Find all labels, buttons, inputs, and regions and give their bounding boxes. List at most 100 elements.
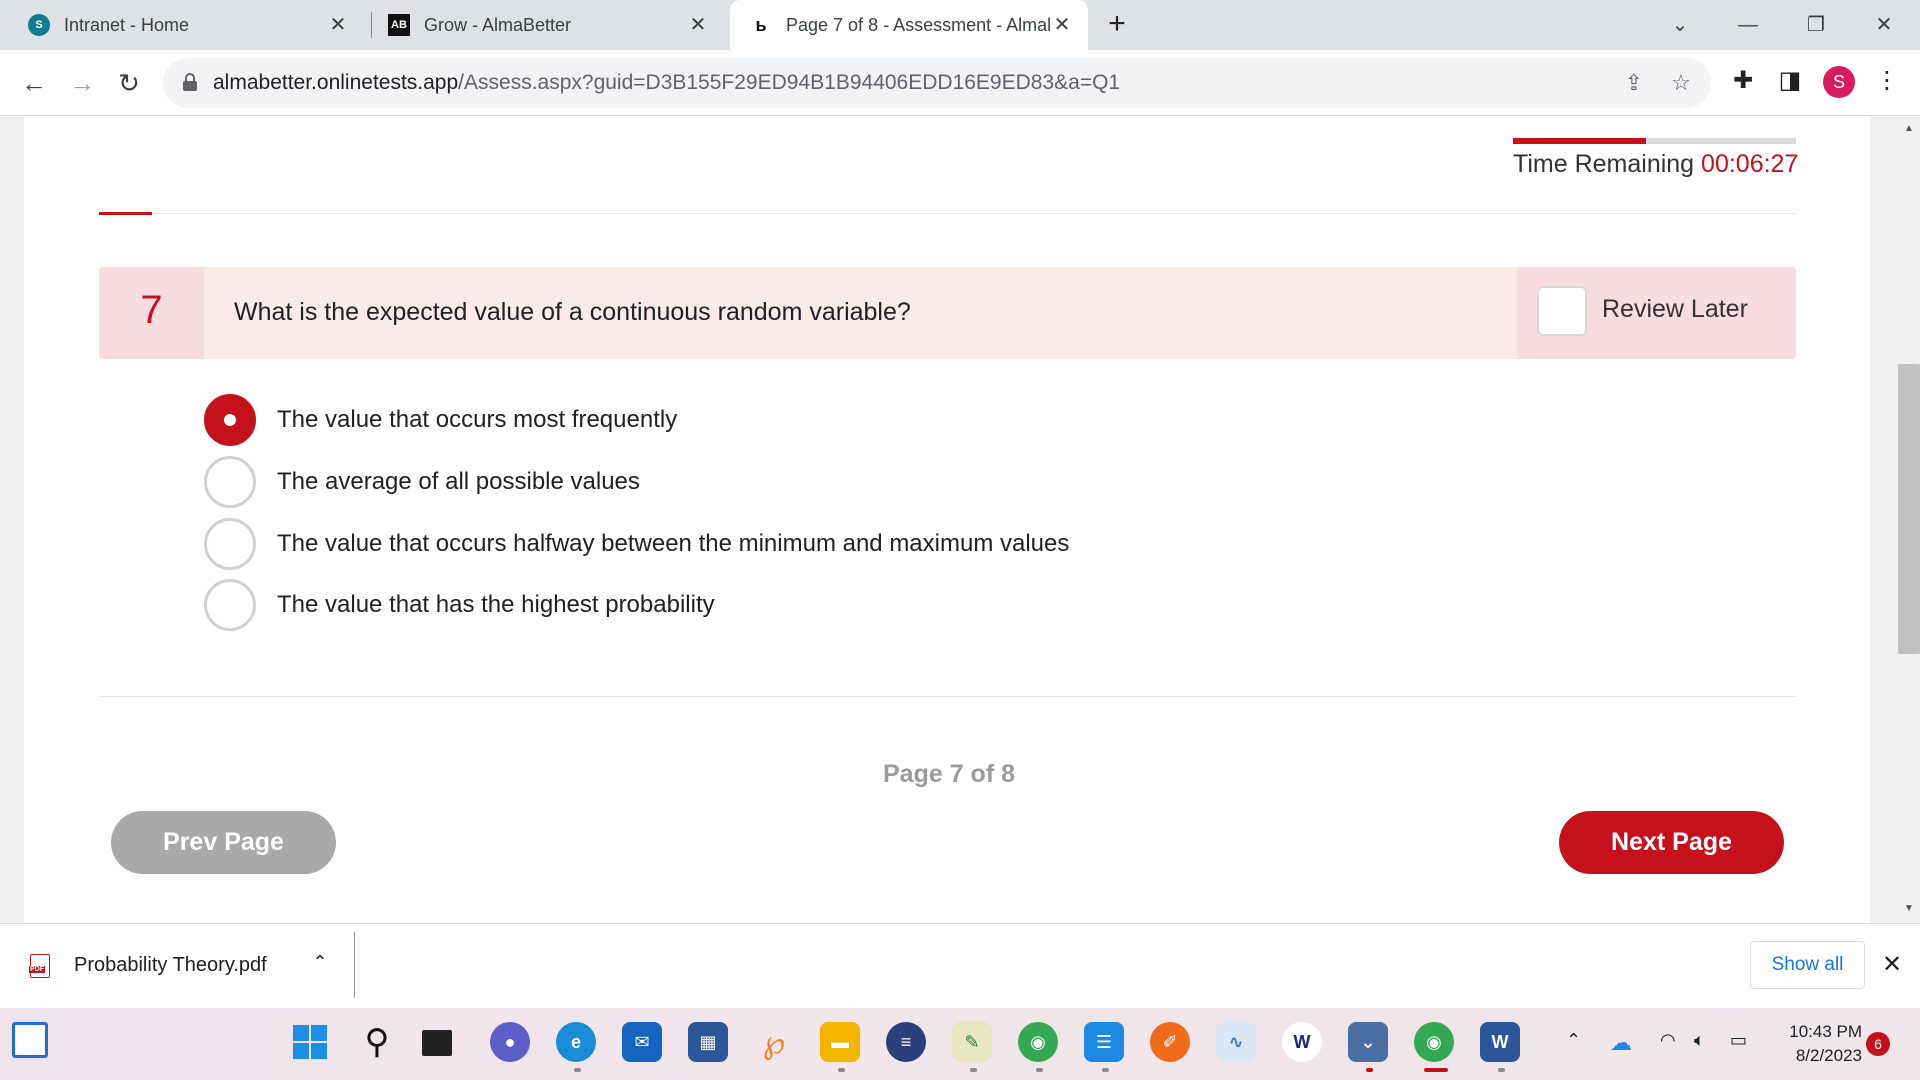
timer-value: 00:06:27: [1701, 150, 1799, 178]
running-indicator: [838, 1068, 845, 1072]
running-indicator: [574, 1068, 581, 1072]
eclipse-icon[interactable]: ≡: [886, 1022, 926, 1062]
radio-button[interactable]: [204, 456, 256, 508]
clock-time: 10:43 PM: [1789, 1022, 1862, 1041]
tab-search-icon[interactable]: ⌄: [1660, 8, 1700, 42]
show-all-button[interactable]: Show all: [1750, 941, 1865, 989]
pen-app-icon[interactable]: ✐: [1150, 1022, 1190, 1062]
timer: Time Remaining 00:06:27: [1513, 150, 1798, 179]
forward-icon[interactable]: →: [65, 66, 99, 100]
notification-badge[interactable]: 6: [1866, 1032, 1890, 1056]
wifi-icon[interactable]: ◠: [1660, 1030, 1676, 1051]
running-indicator: [1366, 1068, 1373, 1072]
answer-option[interactable]: The value that has the highest probabili…: [204, 578, 715, 632]
question-number: 7: [140, 288, 163, 332]
answer-option-label[interactable]: The value that occurs most frequently: [277, 406, 677, 434]
scroll-up-icon[interactable]: ▲: [1898, 120, 1920, 138]
divider: [99, 696, 1796, 697]
edge-icon[interactable]: e: [556, 1022, 596, 1062]
side-panel-icon[interactable]: ◨: [1775, 66, 1805, 96]
chrome-icon[interactable]: ◉: [1018, 1022, 1058, 1062]
download-file-name[interactable]: Probability Theory.pdf: [74, 954, 267, 977]
review-later-label[interactable]: Review Later: [1602, 295, 1748, 324]
url-text[interactable]: almabetter.onlinetests.app/Assess.aspx?g…: [213, 71, 1120, 95]
snipping-tool-icon[interactable]: ⌄: [1348, 1022, 1388, 1062]
extensions-icon[interactable]: ✚: [1728, 66, 1758, 96]
answer-option-label[interactable]: The value that has the highest probabili…: [277, 591, 715, 619]
minimize-icon[interactable]: —: [1728, 8, 1768, 42]
radio-button[interactable]: [204, 394, 256, 446]
answer-option[interactable]: The value that occurs halfway between th…: [204, 517, 1069, 571]
prev-page-button[interactable]: Prev Page: [111, 811, 336, 874]
window-close-icon[interactable]: ✕: [1864, 8, 1904, 42]
mail-icon[interactable]: ✉: [622, 1022, 662, 1062]
scrollbar-thumb[interactable]: [1898, 364, 1920, 654]
tab-title: Grow - AlmaBetter: [424, 14, 572, 35]
download-separator: [354, 932, 355, 998]
app-w-icon[interactable]: W: [1282, 1022, 1322, 1062]
page-indicator: Page 7 of 8: [883, 760, 1015, 788]
back-icon[interactable]: ←: [17, 66, 51, 100]
radio-button[interactable]: [204, 579, 256, 631]
active-indicator: [1424, 1068, 1448, 1072]
answer-option-label[interactable]: The average of all possible values: [277, 468, 640, 496]
tab-grow-almabetter[interactable]: AB Grow - AlmaBetter ✕: [388, 0, 724, 50]
menu-icon[interactable]: ⋮: [1872, 66, 1902, 96]
onedrive-icon[interactable]: ☁: [1610, 1030, 1632, 1056]
pdf-file-icon: PDF: [29, 954, 50, 978]
page-margin-left: [0, 117, 24, 923]
tab-assessment[interactable]: ь Page 7 of 8 - Assessment - Almal ✕: [730, 0, 1088, 50]
bookmark-star-icon[interactable]: ☆: [1668, 70, 1694, 96]
volume-icon[interactable]: 🔈︎: [1694, 1030, 1705, 1051]
profile-avatar[interactable]: S: [1823, 66, 1855, 98]
url-path: /Assess.aspx?guid=D3B155F29ED94B1B94406E…: [458, 71, 1121, 94]
running-indicator: [1102, 1068, 1109, 1072]
notepad-plus-icon[interactable]: ✎: [952, 1022, 992, 1062]
address-bar[interactable]: almabetter.onlinetests.app/Assess.aspx?g…: [163, 58, 1711, 108]
share-icon[interactable]: ⇪: [1621, 70, 1647, 96]
file-explorer-icon[interactable]: ▬: [820, 1022, 860, 1062]
notepad-icon[interactable]: ☰: [1084, 1022, 1124, 1062]
performance-monitor-icon[interactable]: ∿: [1216, 1022, 1256, 1062]
start-icon[interactable]: [290, 1022, 330, 1062]
new-tab-button[interactable]: +: [1102, 9, 1132, 40]
task-view-icon[interactable]: [422, 1030, 452, 1056]
running-indicator: [1498, 1068, 1505, 1072]
link-app-icon[interactable]: ℘: [754, 1022, 794, 1062]
restore-icon[interactable]: ❐: [1796, 8, 1836, 42]
search-icon[interactable]: ⚲: [357, 1022, 397, 1062]
teams-chat-icon[interactable]: ●: [490, 1022, 530, 1062]
url-host: almabetter.onlinetests.app: [213, 71, 459, 94]
close-icon[interactable]: ✕: [686, 13, 710, 37]
accent-underline: [99, 212, 152, 215]
pdf-badge: PDF: [29, 966, 45, 973]
lock-icon: [183, 73, 197, 91]
battery-icon[interactable]: ▭: [1730, 1030, 1747, 1051]
word-icon[interactable]: W: [1480, 1022, 1520, 1062]
answer-option[interactable]: The average of all possible values: [204, 455, 640, 509]
close-icon[interactable]: ✕: [326, 13, 350, 37]
page-margin-right: [1870, 117, 1898, 923]
tab-title: Intranet - Home: [64, 14, 190, 35]
clock-date: 8/2/2023: [1795, 1046, 1862, 1065]
clock[interactable]: 10:43 PM 8/2/2023: [1762, 1020, 1862, 1068]
tab-title: Page 7 of 8 - Assessment - Almal: [786, 14, 1052, 35]
tab-intranet-home[interactable]: S Intranet - Home ✕: [28, 0, 364, 50]
store-icon[interactable]: ▦: [688, 1022, 728, 1062]
answer-option-label[interactable]: The value that occurs halfway between th…: [277, 530, 1069, 558]
tray-chevron-up-icon[interactable]: ⌃: [1566, 1030, 1581, 1051]
review-later-checkbox[interactable]: [1537, 286, 1587, 336]
widgets-icon[interactable]: [12, 1022, 48, 1058]
scroll-down-icon[interactable]: ▼: [1898, 900, 1920, 918]
almabetter-icon: AB: [388, 14, 410, 36]
chrome-profile-icon[interactable]: ◉: [1414, 1022, 1454, 1062]
close-icon[interactable]: ✕: [1050, 13, 1074, 37]
close-icon[interactable]: ✕: [1880, 950, 1904, 979]
question-text: What is the expected value of a continuo…: [234, 298, 911, 326]
answer-option[interactable]: The value that occurs most frequently: [204, 393, 677, 447]
chevron-up-icon[interactable]: ⌃: [308, 952, 332, 973]
radio-button[interactable]: [204, 518, 256, 570]
next-page-button[interactable]: Next Page: [1559, 811, 1784, 874]
timer-progress-fill: [1513, 138, 1646, 144]
reload-icon[interactable]: ↻: [112, 66, 146, 100]
